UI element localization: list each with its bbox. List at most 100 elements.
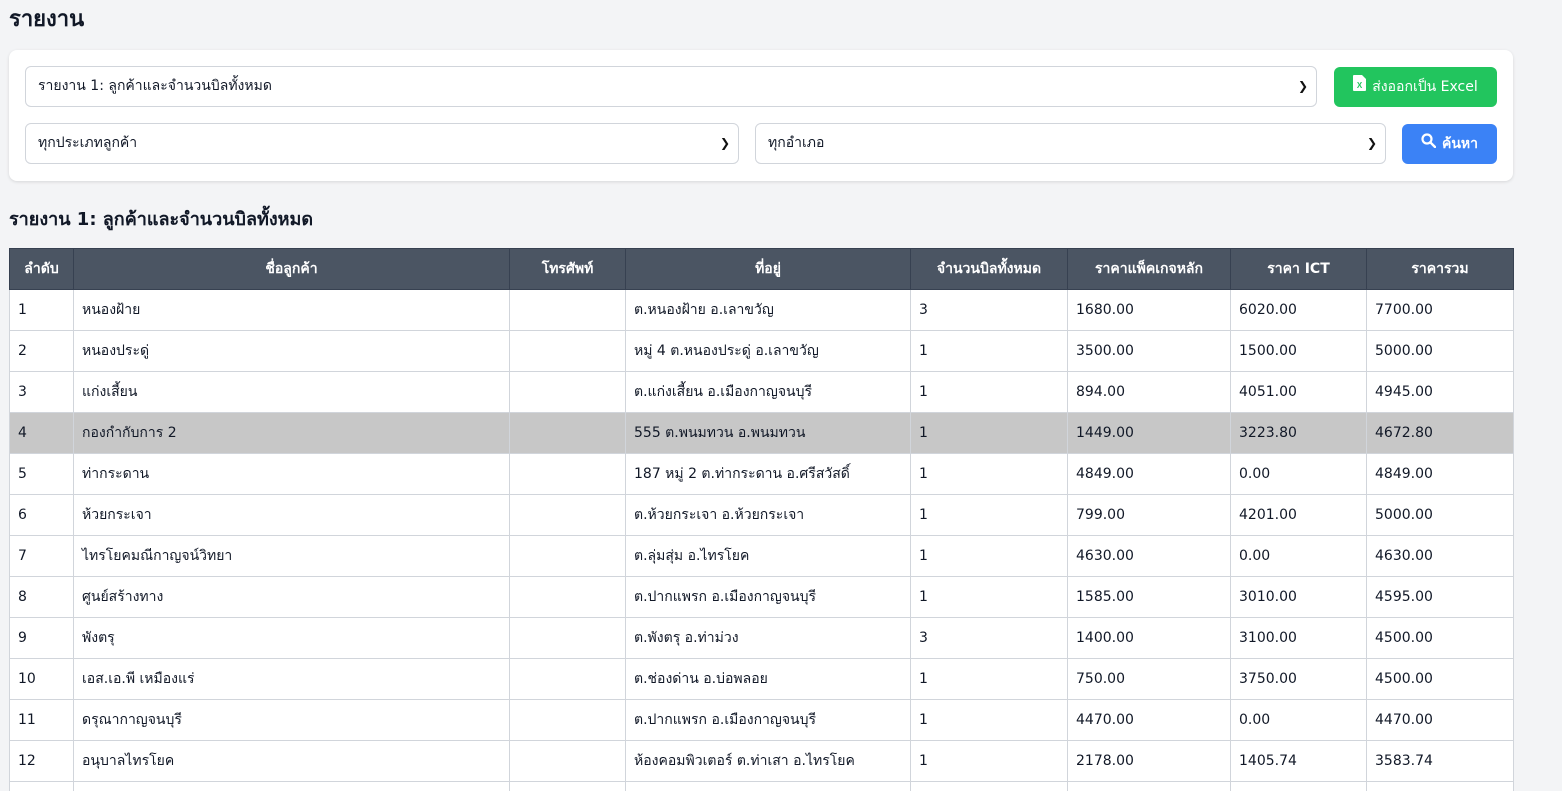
col-customer-name-cell: ห้วยกระเจา [73,494,510,536]
col-index-cell: 11 [9,699,74,741]
col-customer-name-cell: หนองฝ้าย [73,289,510,331]
col-total-price-cell: 4672.80 [1366,412,1514,454]
col-index-cell: 7 [9,535,74,577]
col-address-header: ที่อยู่ [625,248,911,290]
col-customer-name-cell: เอส.เอ.พี เหมืองแร่ [73,658,510,700]
svg-text:X: X [1357,81,1363,90]
report-select-value: รายงาน 1: ลูกค้าและจำนวนบิลทั้งหมด [38,78,272,94]
chevron-down-icon: ❯ [1297,79,1308,93]
col-phone-cell [509,453,626,495]
col-address-cell: ต.หนองฝ้าย อ.เลาขวัญ [625,289,911,331]
col-address-cell: ต.ปากแพรก อ.เมืองกาญจนบุรี [625,699,911,741]
col-phone-cell [509,617,626,659]
col-bill-count-cell: 1 [910,494,1068,536]
col-main-package-price-header: ราคาแพ็คเกจหลัก [1067,248,1231,290]
col-main-package-price-cell: 2178.00 [1067,740,1231,782]
col-phone-cell [509,330,626,372]
report-table-container: ลำดับ ชื่อลูกค้า โทรศัพท์ ที่อยู่ จำนวนบิลทั… [9,248,1514,791]
table-row[interactable]: 5 ท่ากระดาน 187 หมู่ 2 ต.ท่ากระดาน อ.ศรีสว… [9,453,1514,495]
col-total-price-cell: 5000.00 [1366,494,1514,536]
col-bill-count-cell: 1 [910,535,1068,577]
table-row[interactable]: 9 พังตรุ ต.พังตรุ อ.ท่าม่วง 3 1400.00 3100.00… [9,617,1514,659]
col-ict-price-cell: 1500.00 [1230,330,1367,372]
col-customer-name-cell: หนองประดู่ [73,330,510,372]
search-button[interactable]: ค้นหา [1402,124,1497,164]
table-body: 1 หนองฝ้าย ต.หนองฝ้าย อ.เลาขวัญ 3 1680.00 602… [9,289,1514,791]
col-bill-count-cell: 3 [910,289,1068,331]
table-row[interactable]: 2 หนองประดู่ หมู่ 4 ต.หนองประดู่ อ.เลาขวัญ… [9,330,1514,372]
search-label: ค้นหา [1441,136,1479,152]
col-ict-price-cell: 0.00 [1230,535,1367,577]
col-main-package-price-cell: 4470.00 [1067,699,1231,741]
col-phone-cell [509,412,626,454]
col-total-price-cell: 3583.74 [1366,740,1514,782]
col-index-cell: 1 [9,289,74,331]
col-phone-cell [509,535,626,577]
col-customer-name-cell: ดรุณากาญจนบุรี [73,699,510,741]
table-row[interactable]: 1 หนองฝ้าย ต.หนองฝ้าย อ.เลาขวัญ 3 1680.00 602… [9,289,1514,331]
col-index-header: ลำดับ [9,248,74,290]
table-row[interactable]: 7 ไทรโยคมณีกาญจน์วิทยา ต.ลุ่มสุ่ม อ.ไทรโยค… [9,535,1514,577]
report-table: ลำดับ ชื่อลูกค้า โทรศัพท์ ที่อยู่ จำนวนบิลทั… [9,248,1514,791]
col-main-package-price-cell: 4849.00 [1067,453,1231,495]
chevron-down-icon: ❯ [1366,136,1377,150]
col-ict-price-cell: 3100.00 [1230,617,1367,659]
table-row[interactable] [9,781,1514,791]
col-main-package-price-cell: 4630.00 [1067,535,1231,577]
col-bill-count-header: จำนวนบิลทั้งหมด [910,248,1068,290]
table-row[interactable]: 11 ดรุณากาญจนบุรี ต.ปากแพรก อ.เมืองกาญจนบุ… [9,699,1514,741]
col-ict-price-header: ราคา ICT [1230,248,1367,290]
table-row[interactable]: 3 แก่งเสี้ยน ต.แก่งเสี้ยน อ.เมืองกาญจนบุรี… [9,371,1514,413]
col-main-package-price-cell: 1680.00 [1067,289,1231,331]
table-row[interactable]: 6 ห้วยกระเจา ต.ห้วยกระเจา อ.ห้วยกระเจา 1 799… [9,494,1514,536]
export-excel-button[interactable]: X ส่งออกเป็น Excel [1334,67,1497,107]
col-ict-price-cell: 3223.80 [1230,412,1367,454]
col-ict-price-cell: 4201.00 [1230,494,1367,536]
col-total-price-cell [1366,781,1514,791]
table-row[interactable]: 8 ศูนย์สร้างทาง ต.ปากแพรก อ.เมืองกาญจนบุรี… [9,576,1514,618]
col-index-cell [9,781,74,791]
col-customer-name-cell: อนุบาลไทรโยค [73,740,510,782]
col-bill-count-cell: 1 [910,330,1068,372]
col-bill-count-cell: 1 [910,453,1068,495]
col-address-cell [625,781,911,791]
excel-file-icon: X [1353,67,1367,107]
col-phone-cell [509,371,626,413]
col-ict-price-cell: 3010.00 [1230,576,1367,618]
customer-type-select[interactable]: ทุกประเภทลูกค้า ❯ [25,123,739,164]
table-row[interactable]: 12 อนุบาลไทรโยค ห้องคอมพิวเตอร์ ต.ท่าเสา อ… [9,740,1514,782]
col-address-cell: ต.ลุ่มสุ่ม อ.ไทรโยค [625,535,911,577]
col-ict-price-cell: 0.00 [1230,699,1367,741]
report-title: รายงาน 1: ลูกค้าและจำนวนบิลทั้งหมด [9,209,314,230]
col-index-cell: 6 [9,494,74,536]
col-phone-cell [509,494,626,536]
col-total-price-cell: 4849.00 [1366,453,1514,495]
col-main-package-price-cell: 894.00 [1067,371,1231,413]
col-bill-count-cell: 1 [910,699,1068,741]
col-ict-price-cell: 0.00 [1230,453,1367,495]
col-address-cell: ต.แก่งเสี้ยน อ.เมืองกาญจนบุรี [625,371,911,413]
table-row[interactable]: 4 กองกำกับการ 2 555 ต.พนมทวน อ.พนมทวน 1 1449… [9,412,1514,454]
col-main-package-price-cell: 750.00 [1067,658,1231,700]
col-customer-name-cell: พังตรุ [73,617,510,659]
col-customer-name-cell [73,781,510,791]
col-bill-count-cell: 1 [910,740,1068,782]
chevron-down-icon: ❯ [719,136,730,150]
col-customer-name-cell: ศูนย์สร้างทาง [73,576,510,618]
table-row[interactable]: 10 เอส.เอ.พี เหมืองแร่ ต.ช่องด่าน อ.บ่อพลอ… [9,658,1514,700]
col-phone-cell [509,740,626,782]
col-main-package-price-cell: 1400.00 [1067,617,1231,659]
report-select[interactable]: รายงาน 1: ลูกค้าและจำนวนบิลทั้งหมด ❯ [25,66,1317,107]
col-customer-name-cell: ท่ากระดาน [73,453,510,495]
col-address-cell: ต.ห้วยกระเจา อ.ห้วยกระเจา [625,494,911,536]
col-address-cell: ต.ปากแพรก อ.เมืองกาญจนบุรี [625,576,911,618]
col-total-price-cell: 5000.00 [1366,330,1514,372]
search-icon [1421,124,1437,164]
col-total-price-cell: 4630.00 [1366,535,1514,577]
col-main-package-price-cell: 799.00 [1067,494,1231,536]
col-index-cell: 12 [9,740,74,782]
col-total-price-cell: 4595.00 [1366,576,1514,618]
district-select[interactable]: ทุกอำเภอ ❯ [755,123,1386,164]
table-header-row: ลำดับ ชื่อลูกค้า โทรศัพท์ ที่อยู่ จำนวนบิลทั… [9,248,1514,290]
col-index-cell: 2 [9,330,74,372]
